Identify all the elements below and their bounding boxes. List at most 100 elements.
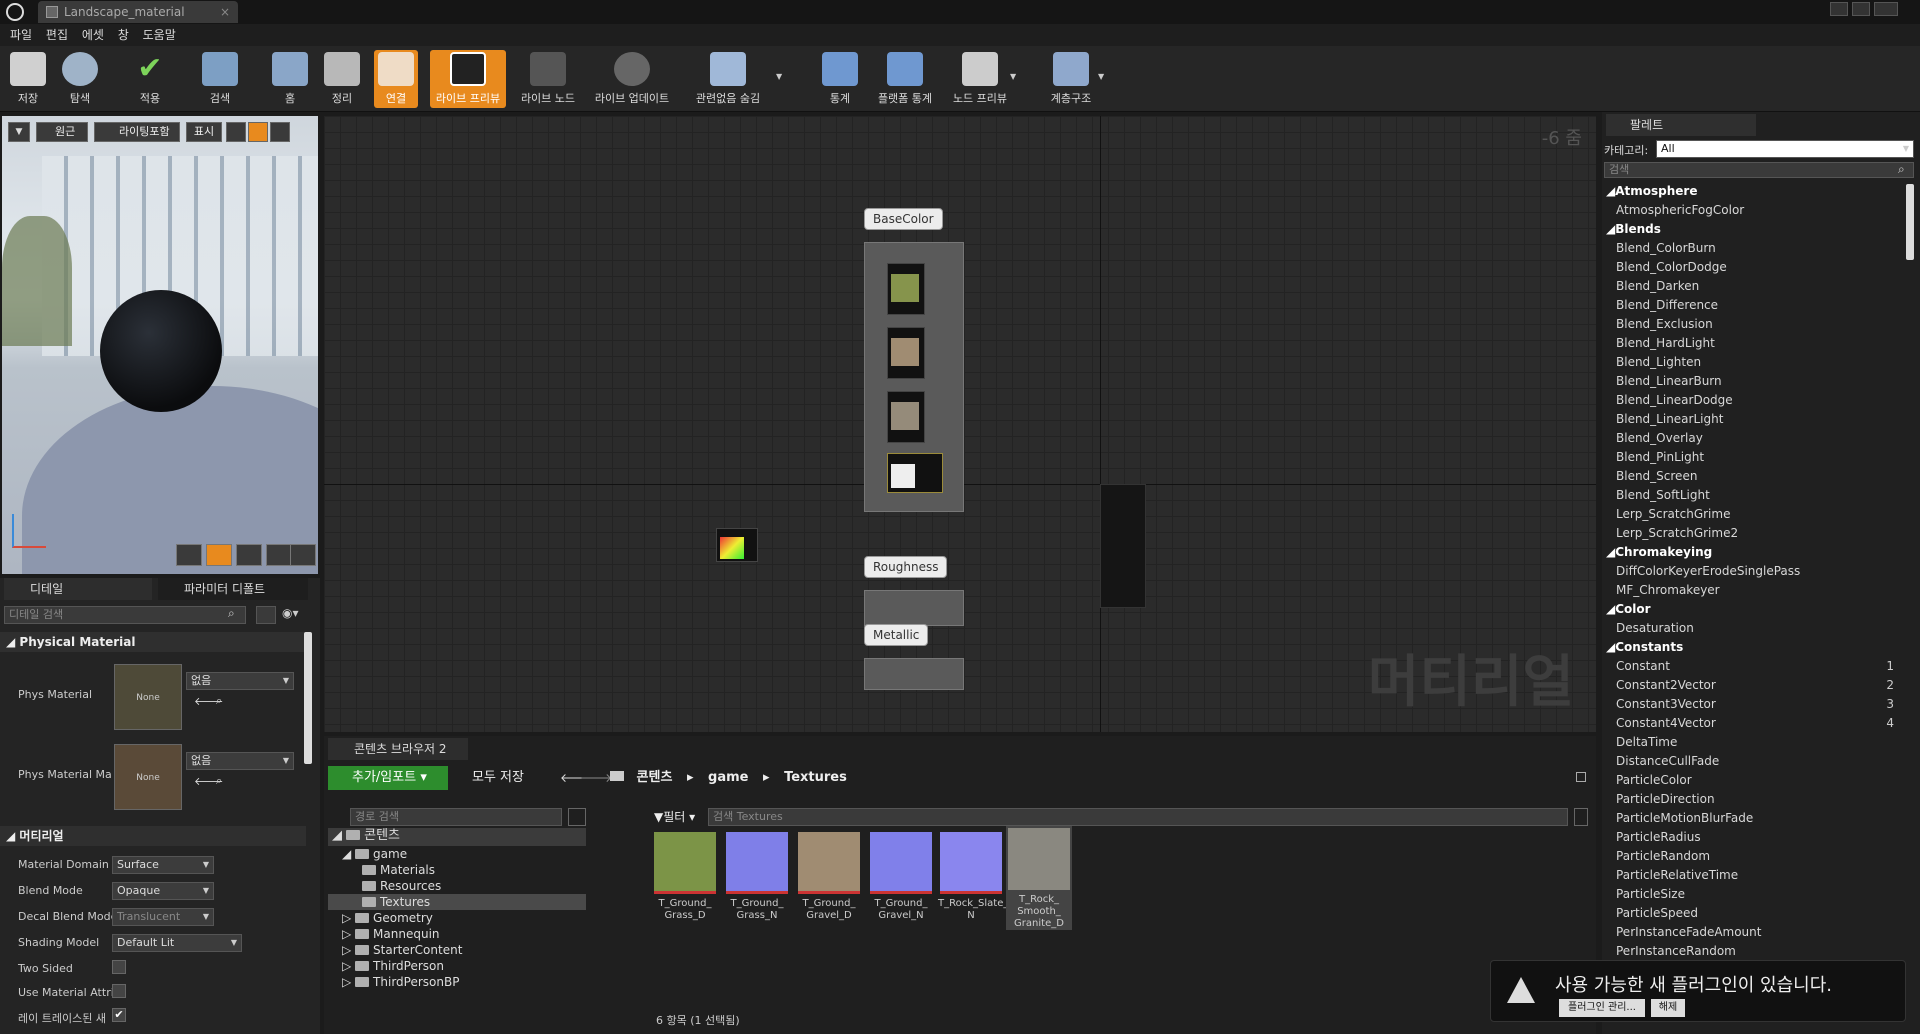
tab-details[interactable]: 디테일 [4, 578, 152, 600]
asset-search-input[interactable]: 검색 Textures [708, 808, 1568, 826]
comment-metallic[interactable]: Metallic [864, 624, 929, 646]
section-physical-material[interactable]: ◢ Physical Material [0, 632, 306, 652]
hierarchy-button[interactable]: 계층구조 [1046, 50, 1096, 108]
asset-tile[interactable]: T_Rock_ Smooth_ Granite_D [1006, 826, 1072, 930]
palette-item[interactable]: Blend_ColorDodge [1602, 258, 1902, 277]
tree-item[interactable]: ▷ StarterContent [328, 942, 586, 958]
palette-item[interactable]: Blend_Exclusion [1602, 315, 1902, 334]
phys-material-combo[interactable]: 없음 [186, 672, 294, 690]
palette-item[interactable]: ParticleRelativeTime [1602, 866, 1902, 885]
palette-scrollbar[interactable] [1906, 184, 1914, 260]
hide-unrelated-dropdown-icon[interactable]: ▼ [776, 72, 782, 81]
palette-item[interactable]: Blend_ColorBurn [1602, 239, 1902, 258]
palette-category-combo[interactable]: All [1656, 140, 1914, 158]
blend-mode-combo[interactable]: Opaque [112, 882, 214, 900]
phys-material-map-combo[interactable]: 없음 [186, 752, 294, 770]
asset-tile[interactable]: T_Ground_ Gravel_D [796, 830, 862, 934]
perspective-button[interactable]: 원근 [36, 122, 88, 142]
palette-item[interactable]: Blend_Difference [1602, 296, 1902, 315]
palette-item[interactable]: Blend_Darken [1602, 277, 1902, 296]
palette-item[interactable]: Lerp_ScratchGrime2 [1602, 524, 1902, 543]
tree-item[interactable]: ◢ game [328, 846, 586, 862]
palette-category[interactable]: ◢Blends [1602, 220, 1902, 239]
palette-item[interactable]: ParticleRadius [1602, 828, 1902, 847]
tab-parameter-defaults[interactable]: 파라미터 디폴트 [158, 578, 308, 600]
palette-item[interactable]: DiffColorKeyerErodeSinglePass [1602, 562, 1902, 581]
palette-item[interactable]: PerInstanceRandom [1602, 942, 1902, 961]
tree-item[interactable]: ▷ Mannequin [328, 926, 586, 942]
palette-item[interactable]: Blend_PinLight [1602, 448, 1902, 467]
menu-window[interactable]: 창 [118, 24, 129, 46]
ray-traced-checkbox[interactable]: ✔ [112, 1008, 126, 1022]
palette-item[interactable]: AtmosphericFogColor [1602, 201, 1902, 220]
palette-item[interactable]: Constant4Vector 4 [1602, 714, 1902, 733]
clean-button[interactable]: 정리 [322, 50, 362, 108]
save-all-button[interactable]: 모두 저장 [454, 766, 544, 790]
palette-item[interactable]: Blend_LinearLight [1602, 410, 1902, 429]
landscape-layer-node[interactable] [887, 453, 943, 493]
visibility-icon[interactable]: ◉▾ [282, 606, 312, 624]
material-result-node[interactable] [1100, 484, 1146, 608]
asset-tile[interactable]: T_Ground_ Grass_N [724, 830, 790, 934]
two-sided-checkbox[interactable] [112, 960, 126, 974]
browse-asset-icon[interactable]: ⌕ [216, 774, 222, 788]
history-forward-icon[interactable]: 🡒 [580, 770, 612, 785]
preview-sphere-button[interactable] [206, 544, 232, 566]
decal-blend-combo[interactable]: Translucent [112, 908, 214, 926]
details-scrollbar[interactable] [304, 632, 312, 764]
palette-item[interactable]: DistanceCullFade [1602, 752, 1902, 771]
lighting-button[interactable]: 라이팅포함 [94, 122, 180, 142]
palette-item[interactable]: DeltaTime [1602, 733, 1902, 752]
tree-item[interactable]: Materials [328, 862, 586, 878]
use-material-attributes-checkbox[interactable] [112, 984, 126, 998]
lock-icon[interactable] [1576, 772, 1586, 782]
node-preview-button[interactable]: 노드 프리뷰 [948, 50, 1012, 108]
palette-item[interactable]: MF_Chromakeyer [1602, 581, 1902, 600]
asset-tile[interactable]: T_Rock_Slate_ N [938, 830, 1008, 934]
palette-category[interactable]: ◢Color [1602, 600, 1902, 619]
translate-icon[interactable] [226, 122, 246, 142]
manage-plugins-button[interactable]: 플러그인 관리... [1559, 999, 1645, 1017]
texture-sample-node[interactable] [887, 327, 925, 379]
tree-item[interactable]: Textures [328, 894, 586, 910]
palette-category[interactable]: ◢Chromakeying [1602, 543, 1902, 562]
breadcrumb-textures[interactable]: Textures [784, 770, 847, 785]
dismiss-button[interactable]: 해제 [1651, 999, 1685, 1017]
palette-item[interactable]: Constant 1 [1602, 657, 1902, 676]
material-domain-combo[interactable]: Surface [112, 856, 214, 874]
palette-item[interactable]: Blend_HardLight [1602, 334, 1902, 353]
path-view-options-icon[interactable] [568, 808, 586, 826]
rotate-icon[interactable] [248, 122, 268, 142]
palette-item[interactable]: ParticleMotionBlurFade [1602, 809, 1902, 828]
tab-palette[interactable]: 팔레트 [1606, 114, 1756, 136]
filter-button[interactable]: ▼필터 ▾ [654, 808, 704, 826]
tree-item[interactable]: Resources [328, 878, 586, 894]
texture-sample-node[interactable] [887, 391, 925, 443]
comment-roughness[interactable]: Roughness [864, 556, 948, 578]
maximize-button[interactable] [1852, 2, 1870, 16]
stats-button[interactable]: 통계 [820, 50, 860, 108]
maximize-viewport-icon[interactable] [270, 122, 290, 142]
apply-button[interactable]: ✔ 적용 [130, 50, 170, 108]
close-window-button[interactable] [1874, 2, 1898, 16]
basecolor-comment-box[interactable] [864, 242, 964, 512]
find-button[interactable]: 검색 [200, 50, 240, 108]
preview-cube-button[interactable] [266, 544, 292, 566]
details-search-input[interactable]: 디테일 검색 [4, 606, 246, 624]
hide-unrelated-button[interactable]: 관련없음 숨김 [688, 50, 768, 108]
palette-item[interactable]: Blend_LinearBurn [1602, 372, 1902, 391]
phys-material-map-thumbnail[interactable]: None [114, 744, 182, 810]
breadcrumb-game[interactable]: game [708, 770, 748, 785]
palette-item[interactable]: Blend_Overlay [1602, 429, 1902, 448]
document-tab[interactable]: Landscape_material × [38, 1, 238, 23]
palette-item[interactable]: Constant2Vector 2 [1602, 676, 1902, 695]
preview-cylinder-button[interactable] [176, 544, 202, 566]
shading-model-combo[interactable]: Default Lit [112, 934, 242, 952]
palette-item[interactable]: Desaturation [1602, 619, 1902, 638]
connectors-button[interactable]: 연결 [374, 50, 418, 108]
tree-item[interactable]: ▷ Geometry [328, 910, 586, 926]
menu-asset[interactable]: 에셋 [82, 24, 104, 46]
hierarchy-dropdown-icon[interactable]: ▼ [1098, 72, 1104, 81]
palette-item[interactable]: Blend_LinearDodge [1602, 391, 1902, 410]
preview-viewport[interactable]: ▼ 원근 라이팅포함 표시 [2, 116, 318, 574]
